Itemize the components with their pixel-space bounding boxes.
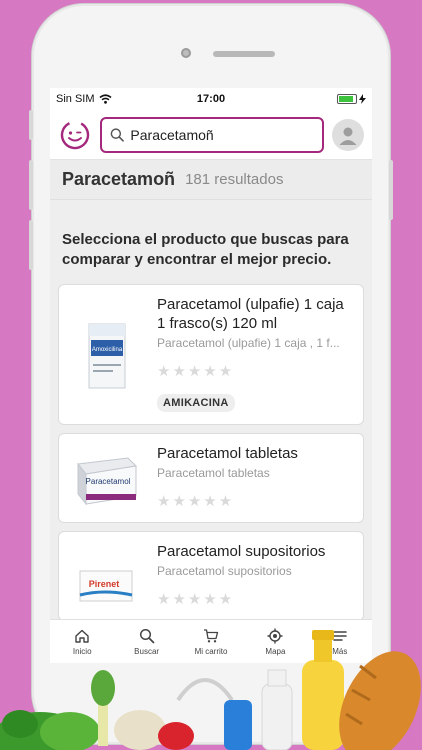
tab-mi-carrito[interactable]: Mi carrito: [179, 620, 243, 663]
clock: 17:00: [196, 93, 226, 105]
app-header: [50, 110, 372, 160]
product-title: Paracetamol (ulpafie) 1 caja 1 frasco(s)…: [157, 296, 344, 332]
product-image: Paracetamol: [69, 444, 145, 510]
volume-down-button: [29, 220, 33, 270]
results-summary: Paracetamoñ 181 resultados: [50, 160, 372, 200]
tab-mapa[interactable]: Mapa: [243, 620, 307, 663]
tab-inicio[interactable]: Inicio: [50, 620, 114, 663]
intro-text: Selecciona el producto que buscas para c…: [62, 231, 349, 268]
search-term: Paracetamoñ: [62, 169, 176, 189]
volume-up-button: [29, 160, 33, 210]
product-image-label: Pirenet: [89, 579, 120, 589]
search-box[interactable]: [100, 116, 324, 153]
product-image-label: Paracetamol: [86, 477, 131, 486]
tab-label: Más: [332, 646, 348, 656]
product-card[interactable]: Pirenet Paracetamol supositorios Paracet…: [58, 531, 364, 621]
rating-stars: ★★★★★: [157, 493, 235, 510]
results-count: 181 resultados: [185, 171, 284, 188]
tab-label: Mapa: [265, 646, 286, 656]
menu-icon: [333, 630, 347, 641]
search-input[interactable]: [130, 126, 314, 143]
map-target-icon: [267, 628, 283, 643]
rating-stars: ★★★★★: [157, 363, 235, 380]
search-icon: [139, 628, 154, 643]
product-subtitle: Paracetamol (ulpafie) 1 caja , 1 f...: [157, 336, 340, 350]
earpiece-speaker: [213, 51, 275, 57]
tab-buscar[interactable]: Buscar: [114, 620, 178, 663]
front-camera: [181, 48, 191, 58]
user-icon: [339, 127, 357, 145]
app-logo-icon[interactable]: [58, 118, 92, 152]
product-card[interactable]: Paracetamol Paracetamol tabletas Paracet…: [58, 433, 364, 523]
search-icon: [110, 127, 124, 142]
mute-switch: [29, 110, 33, 140]
product-title: Paracetamol supositorios: [157, 543, 326, 560]
product-subtitle: Paracetamol supositorios: [157, 564, 292, 578]
tab-label: Inicio: [72, 646, 92, 656]
product-title: Paracetamol tabletas: [157, 445, 298, 462]
bottom-tab-bar: Inicio Buscar Mi carrito Mapa Más: [50, 619, 372, 663]
product-tag: AMIKACINA: [157, 394, 235, 412]
cart-icon: [204, 628, 219, 642]
home-icon: [75, 629, 89, 643]
product-image-label: Amoxicilina: [92, 347, 123, 353]
tab-label: Mi carrito: [194, 646, 228, 656]
product-card[interactable]: Amoxicilina Paracetamol (ulpafie) 1 caja…: [58, 284, 364, 425]
status-bar: Sin SIM 17:00: [50, 88, 372, 110]
tab-label: Buscar: [134, 646, 160, 656]
product-subtitle: Paracetamol tabletas: [157, 466, 270, 480]
rating-stars: ★★★★★: [157, 591, 235, 608]
tab-mas[interactable]: Más: [308, 620, 372, 663]
product-image: Pirenet: [69, 542, 145, 608]
user-avatar-button[interactable]: [332, 118, 364, 151]
power-button: [389, 160, 393, 220]
product-image: Amoxicilina: [69, 295, 145, 412]
app-screen: Sin SIM 17:00 Paracetamoñ Paracetamoñ 18…: [50, 88, 372, 663]
